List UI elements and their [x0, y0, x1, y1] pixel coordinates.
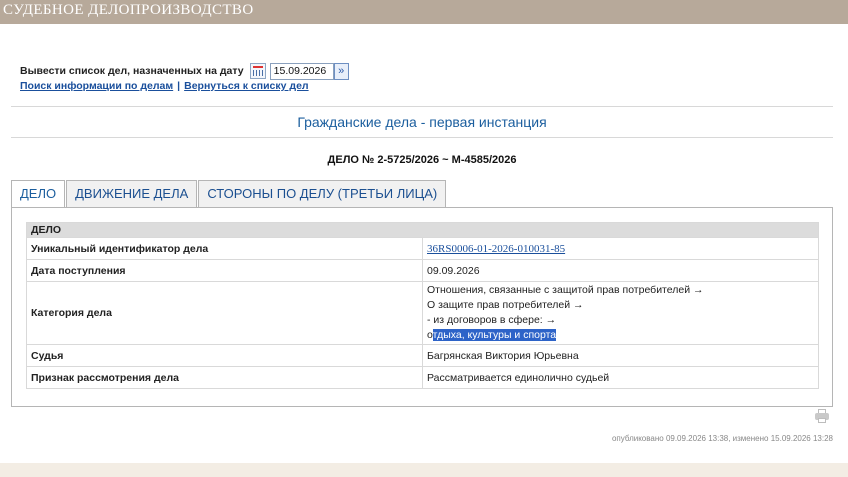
- category-line: - из договоров в сфере: →: [427, 314, 557, 326]
- printer-icon[interactable]: [815, 409, 829, 423]
- row-key: Судья: [26, 344, 423, 367]
- case-details-table: ДЕЛО Уникальный идентификатор дела 36RS0…: [26, 222, 819, 389]
- printer-output: [818, 418, 826, 423]
- category-line: отдыха, культуры и спорта: [427, 328, 814, 343]
- case-uid-link[interactable]: 36RS0006-01-2026-010031-85: [427, 243, 565, 255]
- search-cases-link[interactable]: Поиск информации по делам: [20, 80, 173, 92]
- double-chevron-right-icon[interactable]: »: [333, 62, 349, 80]
- row-key: Дата поступления: [26, 259, 423, 282]
- table-header-row: ДЕЛО: [26, 222, 819, 238]
- row-value: Отношения, связанные с защитой прав потр…: [422, 281, 819, 345]
- table-row: Дата поступления 09.09.2026: [26, 259, 819, 282]
- selected-text: тдыха, культуры и спорта: [432, 329, 557, 341]
- row-key: Признак рассмотрения дела: [26, 366, 423, 389]
- row-value: Рассматривается единолично судьей: [422, 366, 819, 389]
- table-row: Категория дела Отношения, связанные с за…: [26, 281, 819, 345]
- case-tabs: ДЕЛО ДВИЖЕНИЕ ДЕЛА СТОРОНЫ ПО ДЕЛУ (ТРЕТ…: [11, 180, 447, 208]
- site-header: СУДЕБНОЕ ДЕЛОПРОИЗВОДСТВО: [0, 0, 848, 24]
- site-title: СУДЕБНОЕ ДЕЛОПРОИЗВОДСТВО: [3, 2, 254, 18]
- category-text: о: [427, 329, 433, 341]
- nav-links: Поиск информации по делам | Вернуться к сп…: [20, 80, 309, 92]
- table-row: Судья Багрянская Виктория Юрьевна: [26, 344, 819, 367]
- table-row: Уникальный идентификатор дела 36RS0006-0…: [26, 237, 819, 260]
- tab-case[interactable]: ДЕЛО: [11, 180, 66, 208]
- case-panel: ДЕЛО Уникальный идентификатор дела 36RS0…: [11, 207, 833, 407]
- row-value: 36RS0006-01-2026-010031-85: [422, 237, 819, 260]
- table-row: Признак рассмотрения дела Рассматриваетс…: [26, 366, 819, 389]
- divider: [11, 106, 833, 107]
- date-filter-label: Вывести список дел, назначенных на дату: [20, 65, 244, 77]
- row-key: Категория дела: [26, 281, 423, 345]
- calendar-icon[interactable]: [249, 63, 266, 79]
- row-key: Уникальный идентификатор дела: [26, 237, 423, 260]
- category-line: Отношения, связанные с защитой прав потр…: [427, 284, 704, 296]
- tab-case-parties[interactable]: СТОРОНЫ ПО ДЕЛУ (ТРЕТЬИ ЛИЦА): [198, 180, 447, 207]
- category-line: О защите прав потребителей →: [427, 299, 584, 311]
- page-footer: [0, 463, 848, 477]
- row-value: 09.09.2026: [422, 259, 819, 282]
- section-title: Гражданские дела - первая инстанция: [297, 114, 547, 130]
- published-info: опубликовано 09.09.2026 13:38, изменено …: [611, 434, 833, 443]
- link-separator: |: [177, 80, 181, 92]
- case-title: ДЕЛО № 2-5725/2026 ~ М-4585/2026: [327, 154, 517, 166]
- back-to-list-link[interactable]: Вернуться к списку дел: [184, 80, 308, 92]
- date-filter: Вывести список дел, назначенных на дату …: [20, 62, 349, 80]
- table-header: ДЕЛО: [26, 222, 819, 238]
- date-input[interactable]: [269, 62, 334, 80]
- divider: [11, 137, 833, 138]
- tab-case-movement[interactable]: ДВИЖЕНИЕ ДЕЛА: [66, 180, 198, 207]
- row-value: Багрянская Виктория Юрьевна: [422, 344, 819, 367]
